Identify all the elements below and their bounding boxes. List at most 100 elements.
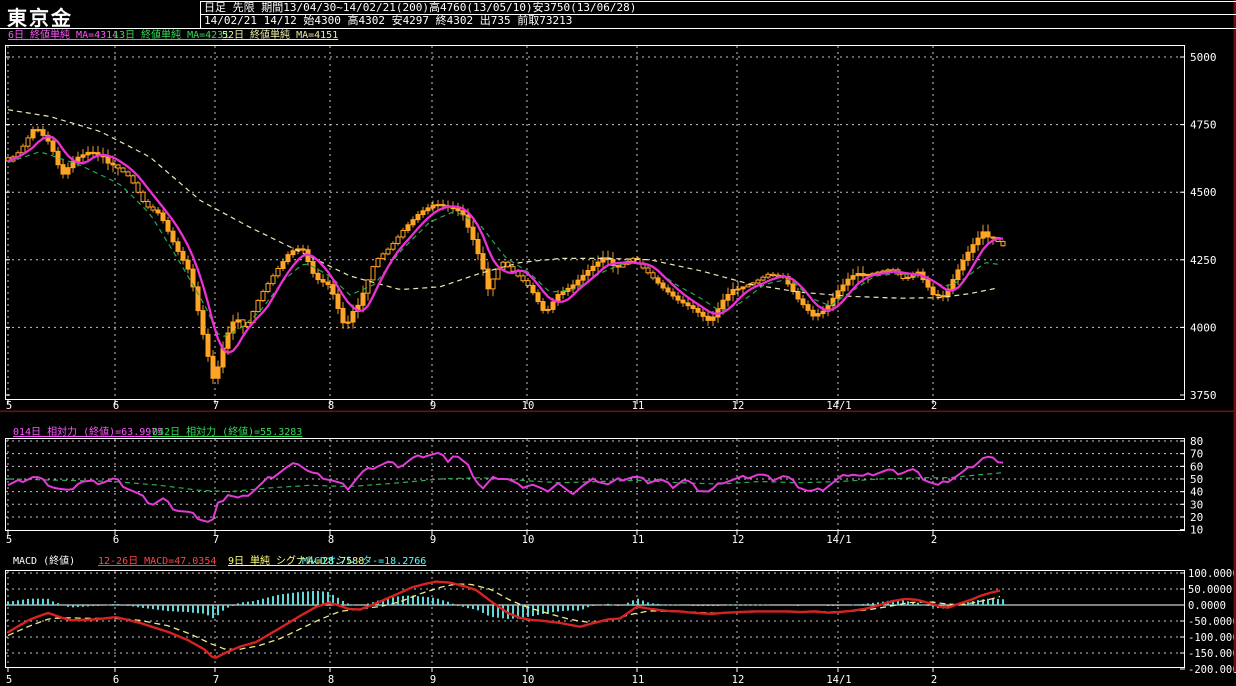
candle-body xyxy=(665,287,671,293)
histogram-bar xyxy=(567,605,569,611)
candle-body xyxy=(550,301,556,310)
candle-body xyxy=(405,224,411,231)
candle-body xyxy=(55,150,61,166)
histogram-bar xyxy=(267,597,269,605)
rsi-tick-label: 60 xyxy=(1190,460,1203,473)
histogram-bar xyxy=(592,605,594,606)
histogram-bar xyxy=(427,597,429,605)
candle-body xyxy=(655,277,661,284)
candle-body xyxy=(200,310,206,335)
candle-body xyxy=(465,214,471,228)
candle-body xyxy=(545,308,551,312)
candle-body xyxy=(950,279,956,290)
histogram-bar xyxy=(417,596,419,605)
candle-body xyxy=(790,283,796,292)
candle-body xyxy=(455,208,461,212)
candle-body xyxy=(765,273,771,278)
histogram-bar xyxy=(17,600,19,605)
histogram-bar xyxy=(397,596,399,605)
histogram-bar xyxy=(12,601,14,605)
histogram-bar xyxy=(712,605,714,606)
histogram-bar xyxy=(532,605,534,617)
histogram-bar xyxy=(977,600,979,605)
histogram-bar xyxy=(667,604,669,606)
histogram-bar xyxy=(177,605,179,612)
candle-body xyxy=(475,238,481,255)
month-label: 2 xyxy=(931,534,937,546)
histogram-bar xyxy=(562,605,564,612)
histogram-bar xyxy=(152,605,154,610)
histogram-bar xyxy=(137,605,139,608)
candle-body xyxy=(425,207,431,212)
candle-body xyxy=(740,286,746,290)
histogram-bar xyxy=(602,604,604,606)
histogram-bar xyxy=(732,604,734,606)
month-label: 6 xyxy=(113,674,119,686)
candle-body xyxy=(795,290,801,300)
osc-value-legend: MACDオシレ-タ-=18.2766 xyxy=(302,556,427,567)
price-panel: 5000 4750 4500 4250 4000 3750 5 6 7 8 9 10 11 12 14/1 2 xyxy=(0,45,1236,413)
histogram-bar xyxy=(342,600,344,605)
candle-body xyxy=(280,261,286,269)
histogram-bar xyxy=(47,598,49,605)
histogram-bar xyxy=(67,605,69,607)
candle-body xyxy=(185,259,191,270)
histogram-bar xyxy=(487,605,489,616)
rsi14-legend: 014日 相対力 (終値)=63.9975 xyxy=(13,427,164,438)
histogram-bar xyxy=(752,604,754,606)
histogram-bar xyxy=(632,600,634,605)
histogram-bar xyxy=(917,602,919,605)
candles xyxy=(5,126,1006,385)
period-info-row: 日足 先限 期間13/04/30~14/02/21(200)高4760(13/0… xyxy=(201,2,1236,15)
histogram-bar xyxy=(432,597,434,605)
month-label: 11 xyxy=(632,400,645,412)
histogram-bar xyxy=(452,603,454,605)
candle-body xyxy=(215,366,221,379)
candle-body xyxy=(20,145,26,154)
month-label: 9 xyxy=(430,400,436,412)
candle-body xyxy=(110,162,116,166)
histogram-bar xyxy=(837,605,839,606)
month-label: 9 xyxy=(430,534,436,546)
candle-body xyxy=(885,269,891,272)
histogram-bar xyxy=(222,605,224,611)
histogram-bar xyxy=(237,603,239,605)
candle-body xyxy=(985,231,991,238)
histogram-bar xyxy=(262,598,264,605)
month-label: 10 xyxy=(522,534,535,546)
candle-body xyxy=(970,244,976,253)
histogram-bar xyxy=(492,605,494,618)
candle-body xyxy=(375,258,381,268)
histogram-bar xyxy=(107,604,109,606)
histogram-bar xyxy=(27,598,29,605)
candle-body xyxy=(850,275,856,280)
histogram-bar xyxy=(112,604,114,606)
histogram-bar xyxy=(202,605,204,614)
candle-body xyxy=(265,283,271,292)
price-tick-label: 4750 xyxy=(1190,119,1217,132)
candle-body xyxy=(845,278,851,286)
month-label: 12 xyxy=(732,534,745,546)
candle-body xyxy=(925,279,931,288)
histogram-bar xyxy=(747,604,749,606)
candle-body xyxy=(645,267,651,274)
rsi-panel: 80706050403020105 6 7 8 9 10 11 12 14/1 2 xyxy=(5,435,1203,546)
month-label: 5 xyxy=(6,674,12,686)
month-label: 11 xyxy=(632,674,645,686)
panel-separator xyxy=(0,410,1236,413)
month-label: 10 xyxy=(522,400,535,412)
macd-panel: 100.0000 50.0000 0.0000 -50.0000 -100.000 -15… xyxy=(5,568,1236,686)
histogram-bar xyxy=(577,605,579,611)
histogram-bar xyxy=(522,605,524,618)
candle-body xyxy=(725,294,731,301)
macd-tick-label: 0.0000 xyxy=(1188,600,1226,612)
histogram-bar xyxy=(652,603,654,605)
histogram-bar xyxy=(22,599,24,605)
histogram-bar xyxy=(437,598,439,605)
candle-body xyxy=(260,290,266,302)
histogram-bar xyxy=(862,603,864,605)
histogram-bar xyxy=(352,604,354,606)
candle-body xyxy=(320,279,326,283)
rsi42-legend: 042日 相対力 (終値)=55.3283 xyxy=(152,427,303,438)
candle-body xyxy=(135,182,141,193)
